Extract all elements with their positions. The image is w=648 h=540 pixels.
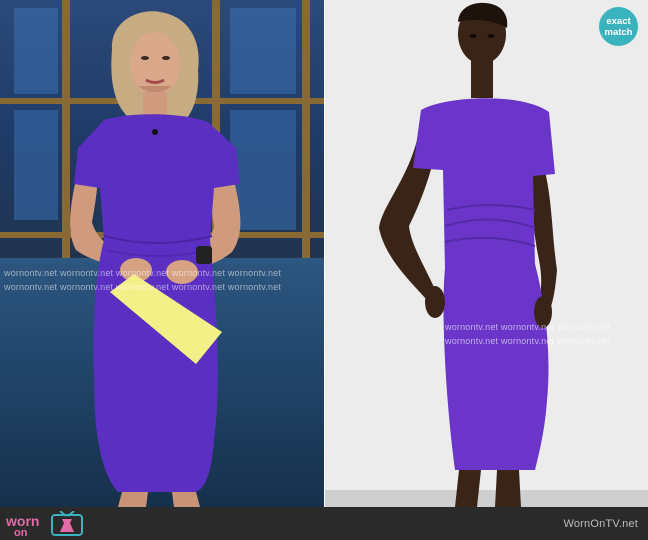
exact-match-badge: exact match bbox=[599, 7, 638, 46]
watermark-text: wornontv.net wornontv.net wornontv.net w… bbox=[4, 268, 282, 278]
site-name: WornOnTV.net bbox=[563, 518, 638, 530]
right-photo: wornontv.net wornontv.net wornontv.net w… bbox=[325, 0, 648, 507]
footer-bar: worn on WornOnTV.net bbox=[0, 507, 648, 540]
left-photo: wornontv.net wornontv.net wornontv.net w… bbox=[0, 0, 324, 507]
logo-word-2: on bbox=[14, 527, 28, 537]
wornontv-logo[interactable]: worn on bbox=[6, 511, 86, 537]
badge-line-2: match bbox=[604, 27, 633, 38]
watermark-text: wornontv.net wornontv.net wornontv.net w… bbox=[4, 282, 282, 292]
watermark-text: wornontv.net wornontv.net wornontv.net bbox=[445, 336, 611, 346]
tv-dress-icon bbox=[51, 511, 83, 536]
model-figure bbox=[379, 2, 557, 507]
watermark-text: wornontv.net wornontv.net wornontv.net bbox=[445, 322, 611, 332]
anchor-figure bbox=[70, 11, 241, 507]
badge-line-1: exact bbox=[606, 16, 631, 27]
